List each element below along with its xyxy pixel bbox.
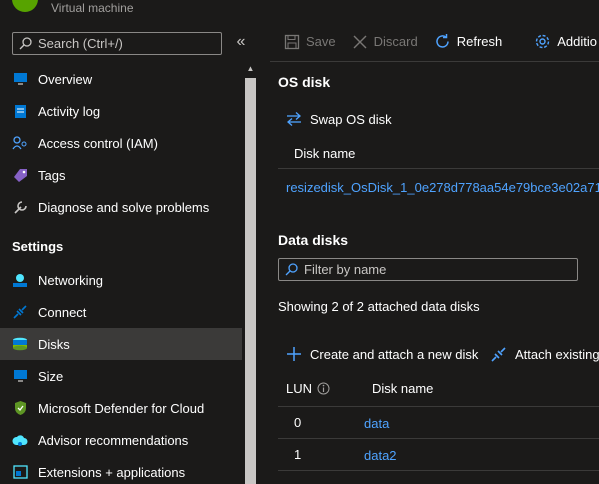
menu-scrollbar[interactable]: ▲ — [242, 62, 259, 484]
sidebar-item-iam[interactable]: Access control (IAM) — [0, 127, 242, 159]
sidebar-item-overview[interactable]: Overview — [0, 63, 242, 95]
attach-existing-label: Attach existing — [515, 347, 599, 362]
attach-icon — [491, 347, 506, 362]
sidebar-item-label: Activity log — [38, 103, 101, 119]
discard-label: Discard — [373, 34, 418, 49]
menu-search-input[interactable]: Search (Ctrl+/) — [12, 32, 222, 55]
divider — [278, 438, 599, 439]
extensions-icon — [12, 464, 28, 480]
resource-menu: Search (Ctrl+/) « Overview Activity log … — [0, 22, 259, 484]
filter-by-name-input[interactable]: Filter by name — [278, 258, 578, 281]
swap-icon — [287, 112, 301, 126]
sidebar-item-extensions[interactable]: Extensions + applications — [0, 456, 242, 484]
save-icon — [284, 34, 300, 49]
data-disks-heading: Data disks — [278, 232, 349, 248]
search-icon — [285, 263, 298, 276]
sidebar-item-connect[interactable]: Connect — [0, 296, 242, 328]
scroll-up-arrow-icon[interactable]: ▲ — [242, 62, 259, 76]
table-row-lun: 1 — [294, 447, 302, 462]
refresh-label: Refresh — [456, 34, 503, 49]
sidebar-item-advisor[interactable]: Advisor recommendations — [0, 424, 242, 456]
sidebar-item-label: Diagnose and solve problems — [38, 199, 210, 215]
sidebar-item-label: Advisor recommendations — [38, 432, 189, 448]
advisor-icon — [12, 432, 28, 448]
search-icon — [19, 37, 32, 50]
iam-icon — [12, 135, 28, 151]
attached-disks-count: Showing 2 of 2 attached data disks — [278, 299, 480, 314]
vm-resource-icon — [12, 0, 38, 12]
create-attach-disk-button[interactable]: Create and attach a new disk — [286, 346, 478, 362]
sidebar-item-label: Disks — [38, 336, 70, 352]
sidebar-item-label: Microsoft Defender for Cloud — [38, 400, 205, 416]
additional-settings-label: Additio — [557, 34, 597, 49]
save-button[interactable]: Save — [284, 34, 336, 50]
gear-icon — [536, 34, 550, 49]
data-disk-name-column-header: Disk name — [372, 381, 434, 396]
disks-blade: Save Discard Refresh Additio OS disk Swa… — [270, 22, 599, 484]
wrench-icon — [12, 199, 28, 215]
swap-os-disk-label: Swap OS disk — [310, 111, 392, 127]
sidebar-item-label: Access control (IAM) — [38, 135, 158, 151]
sidebar-item-tags[interactable]: Tags — [0, 159, 242, 191]
sidebar-item-label: Connect — [38, 304, 87, 320]
overview-icon — [12, 71, 28, 87]
shield-icon — [12, 400, 28, 416]
lun-column-label: LUN — [286, 381, 313, 396]
swap-os-disk-button[interactable]: Swap OS disk — [286, 111, 392, 127]
divider — [278, 168, 599, 169]
disks-icon — [12, 336, 28, 352]
sidebar-item-defender[interactable]: Microsoft Defender for Cloud — [0, 392, 242, 424]
collapse-menu-button[interactable]: « — [233, 33, 249, 53]
save-label: Save — [306, 34, 336, 49]
sidebar-item-disks[interactable]: Disks — [0, 328, 242, 360]
divider — [278, 470, 599, 471]
attach-existing-disk-button[interactable]: Attach existing — [490, 346, 599, 363]
table-row-lun: 0 — [294, 415, 302, 430]
connect-icon — [12, 304, 28, 320]
data-disk-name-link[interactable]: data2 — [364, 448, 397, 463]
resource-header: Virtual machine — [0, 0, 599, 22]
sidebar-item-label: Overview — [38, 71, 93, 87]
command-bar: Save Discard Refresh Additio — [270, 22, 599, 62]
data-disk-name-link[interactable]: data — [364, 416, 389, 431]
settings-heading: Settings — [12, 239, 64, 254]
refresh-icon — [435, 34, 449, 48]
sidebar-item-activity-log[interactable]: Activity log — [0, 95, 242, 127]
networking-icon — [12, 272, 28, 288]
info-icon[interactable] — [317, 382, 330, 395]
sidebar-item-label: Extensions + applications — [38, 464, 186, 480]
sidebar-item-diagnose[interactable]: Diagnose and solve problems — [0, 191, 242, 223]
plus-icon — [287, 347, 301, 361]
resource-type-label: Virtual machine — [51, 1, 134, 15]
create-attach-disk-label: Create and attach a new disk — [310, 346, 479, 362]
tag-icon — [12, 167, 28, 183]
divider — [278, 406, 599, 407]
menu-search-placeholder: Search (Ctrl+/) — [38, 36, 123, 51]
activity-log-icon — [12, 103, 28, 119]
refresh-button[interactable]: Refresh — [434, 33, 503, 50]
os-disk-name-column-header: Disk name — [294, 146, 356, 161]
sidebar-item-size[interactable]: Size — [0, 360, 242, 392]
sidebar-item-label: Tags — [38, 167, 66, 183]
discard-button[interactable]: Discard — [352, 34, 418, 50]
os-disk-heading: OS disk — [278, 74, 331, 90]
sidebar-item-networking[interactable]: Networking — [0, 264, 242, 296]
sidebar-item-label: Networking — [38, 272, 104, 288]
additional-settings-button[interactable]: Additio — [534, 33, 597, 50]
scrollbar-thumb[interactable] — [245, 78, 256, 484]
size-icon — [12, 368, 28, 384]
os-disk-name-link[interactable]: resizedisk_OsDisk_1_0e278d778aa54e79bce3… — [286, 180, 599, 195]
filter-placeholder: Filter by name — [304, 262, 387, 277]
lun-column-header[interactable]: LUN — [286, 381, 330, 396]
sidebar-item-label: Size — [38, 368, 64, 384]
close-icon — [353, 35, 367, 48]
